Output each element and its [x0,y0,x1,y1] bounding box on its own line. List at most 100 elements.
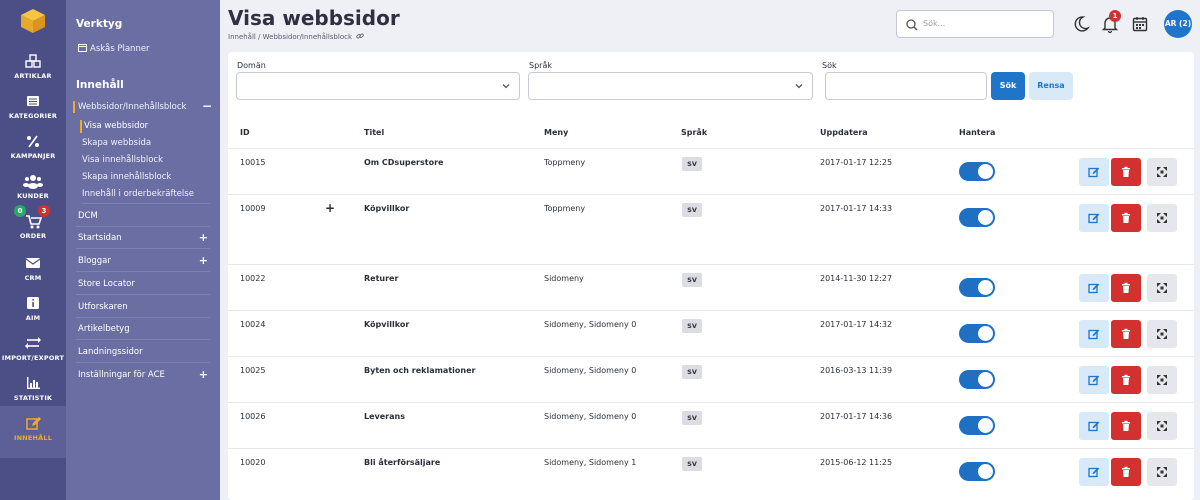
askas-planner-link[interactable]: Askås Planner [78,43,150,54]
swap-icon [25,337,41,349]
expand-button[interactable] [1147,158,1177,186]
link-icon[interactable] [356,32,365,40]
percent-icon [27,135,39,148]
cell-id: 10024 [240,320,266,329]
delete-button[interactable] [1111,158,1141,186]
active-toggle[interactable] [959,208,995,227]
expand-button[interactable] [1147,274,1177,302]
col-header-id[interactable]: ID [240,128,250,137]
rail-item-import-export[interactable]: IMPORT/EXPORT [0,330,66,370]
expand-button[interactable] [1147,204,1177,232]
trash-icon [1122,166,1130,177]
delete-button[interactable] [1111,458,1141,486]
rail-item-aim[interactable]: AIM [0,290,66,330]
expand-button[interactable] [1147,366,1177,394]
sub-item-visa-webbsidor[interactable]: Visa webbsidor [84,121,148,131]
rail-item-statistik[interactable]: STATISTIK [0,370,66,410]
collapse-toggle[interactable]: − [202,99,212,113]
delete-button[interactable] [1111,274,1141,302]
row-expand-toggle[interactable]: + [325,201,335,215]
nav-row-label: Startsidan [78,233,122,243]
delete-button[interactable] [1111,204,1141,232]
language-select[interactable] [528,72,813,100]
delete-button[interactable] [1111,412,1141,440]
rail-item-artiklar[interactable]: ARTIKLAR [0,48,66,88]
dark-mode-moon-icon[interactable] [1071,14,1091,34]
cell-title[interactable]: Bli återförsäljare [364,458,440,467]
cell-title[interactable]: Om CDsuperstore [364,158,443,167]
nav-row-store-locator[interactable]: Store Locator [76,273,210,295]
active-toggle[interactable] [959,162,995,181]
rail-label: IMPORT/EXPORT [1,354,65,362]
cell-id: 10025 [240,366,266,375]
cell-menu: Sidomeny, Sidomeny 0 [544,412,637,421]
edit-button[interactable] [1079,274,1109,302]
info-icon [27,297,39,309]
sub-item-skapa-innehallsblock[interactable]: Skapa innehållsblock [82,172,171,182]
webbsidor-group[interactable]: Webbsidor/Innehållsblock [78,102,186,112]
nav-row-bloggar[interactable]: Bloggar + [76,250,210,272]
active-toggle[interactable] [959,278,995,297]
sub-item-orderbekraftelse[interactable]: Innehåll i orderbekräftelse [82,189,210,204]
cell-title[interactable]: Köpvillkor [364,204,409,213]
rail-item-innehall[interactable]: INNEHÅLL [0,406,66,458]
clear-button[interactable]: Rensa [1029,72,1073,100]
cell-title[interactable]: Leverans [364,412,405,421]
edit-button[interactable] [1079,458,1109,486]
rail-item-kampanjer[interactable]: KAMPANJER [0,128,66,168]
logo-cube-icon[interactable] [20,8,46,34]
active-toggle[interactable] [959,370,995,389]
calendar-icon[interactable] [1130,14,1150,34]
edit-button[interactable] [1079,204,1109,232]
rail-item-order[interactable]: ORDER 0 3 [0,205,66,248]
expand-button[interactable] [1147,320,1177,348]
rail-item-kategorier[interactable]: KATEGORIER [0,88,66,128]
col-header-menu[interactable]: Meny [544,128,568,137]
edit-button[interactable] [1079,412,1109,440]
nav-row-startsidan[interactable]: Startsidan + [76,227,210,249]
active-toggle[interactable] [959,416,995,435]
nav-row-landningssidor[interactable]: Landningssidor [76,341,210,363]
filter-search-input[interactable] [825,72,987,100]
domain-select[interactable] [236,72,520,100]
header-search-input[interactable]: Sök... [896,10,1054,38]
nav-row-installningar-ace[interactable]: Inställningar för ACE + [76,364,210,386]
expand-button[interactable] [1147,412,1177,440]
nav-row-label: Landningssidor [78,347,143,357]
search-button[interactable]: Sök [991,72,1025,100]
active-toggle[interactable] [959,462,995,481]
col-header-title[interactable]: Titel [364,128,384,137]
rail-label: AIM [25,314,41,322]
calendar-icon [78,44,87,52]
edit-button[interactable] [1079,320,1109,348]
cell-title[interactable]: Returer [364,274,398,283]
edit-button[interactable] [1079,158,1109,186]
active-toggle[interactable] [959,324,995,343]
nav-row-dcm[interactable]: DCM [76,205,210,227]
language-badge: SV [682,157,702,171]
cell-menu: Sidomeny, Sidomeny 0 [544,366,637,375]
nav-row-utforskaren[interactable]: Utforskaren [76,296,210,318]
delete-button[interactable] [1111,320,1141,348]
sub-item-visa-innehallsblock[interactable]: Visa innehållsblock [82,155,163,165]
user-avatar[interactable]: AR (2) [1164,10,1192,38]
nav-row-artikelbetyg[interactable]: Artikelbetyg [76,318,210,340]
language-label: Språk [529,61,552,70]
language-badge: SV [682,273,702,287]
col-header-language[interactable]: Språk [681,128,707,137]
language-badge: SV [682,457,702,471]
delete-button[interactable] [1111,366,1141,394]
edit-button[interactable] [1079,366,1109,394]
rail-item-crm[interactable]: CRM [0,250,66,290]
rail-item-kunder[interactable]: KUNDER [0,168,66,208]
cell-title[interactable]: Köpvillkor [364,320,409,329]
col-header-updated[interactable]: Uppdatera [820,128,868,137]
sub-item-skapa-webbsida[interactable]: Skapa webbsida [82,138,151,148]
cell-title[interactable]: Byten och reklamationer [364,366,475,375]
content-section-title: Innehåll [76,79,124,91]
tools-section-title: Verktyg [76,18,123,30]
expand-button[interactable] [1147,458,1177,486]
expand-plus: + [198,368,208,381]
expand-arrows-icon [1157,329,1167,339]
edit-icon [1088,421,1100,432]
